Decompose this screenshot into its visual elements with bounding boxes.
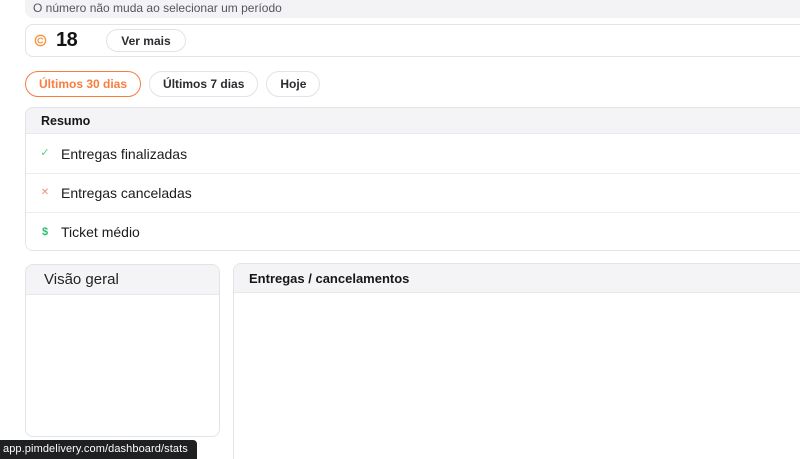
table-row: ✕ Entregas canceladas — [26, 173, 800, 212]
deliveries-panel: Entregas / cancelamentos — [233, 263, 800, 459]
overview-panel: Visão geral — [25, 264, 220, 437]
summary-row-label: Entregas finalizadas — [61, 145, 188, 162]
overview-panel-body — [26, 295, 219, 436]
summary-row-label: Ticket médio — [61, 224, 140, 240]
browser-status-url: app.pimdelivery.com/dashboard/stats — [0, 440, 197, 459]
filter-today[interactable]: Hoje — [266, 71, 321, 97]
summary-header: Resumo — [26, 108, 800, 134]
summary-card: Resumo ✓ Entregas finalizadas ✕ Entregas… — [25, 107, 800, 251]
check-icon: ✓ — [40, 147, 50, 159]
summary-row-label: Entregas canceladas — [61, 185, 192, 201]
period-note-strip: O número não muda ao selecionar um perío… — [25, 0, 800, 18]
deliveries-panel-body — [234, 293, 800, 459]
overview-panel-header: Visão geral — [26, 265, 219, 295]
counter-value: 18 — [56, 29, 78, 51]
coin-icon — [34, 34, 47, 47]
cross-icon: ✕ — [40, 187, 50, 198]
deliveries-panel-header: Entregas / cancelamentos — [234, 264, 800, 293]
table-row: ✓ Entregas finalizadas — [26, 134, 800, 173]
summary-title: Resumo — [41, 113, 91, 128]
ver-mais-button[interactable]: Ver mais — [106, 29, 186, 52]
filter-last-30-days[interactable]: Últimos 30 dias — [25, 71, 142, 97]
table-row: $ Ticket médio — [26, 212, 800, 250]
counter-card: 18 Ver mais — [25, 24, 800, 57]
period-filters: Últimos 30 dias Últimos 7 dias Hoje — [25, 71, 321, 97]
deliveries-panel-title: Entregas / cancelamentos — [249, 270, 410, 286]
period-note-text: O número não muda ao selecionar um perío… — [33, 1, 282, 15]
dollar-icon: $ — [41, 225, 49, 238]
filter-last-7-days[interactable]: Últimos 7 dias — [149, 71, 259, 97]
dashboard-stats-page: O número não muda ao selecionar um perío… — [0, 0, 800, 459]
status-url-text: app.pimdelivery.com/dashboard/stats — [3, 443, 188, 455]
overview-panel-title: Visão geral — [44, 271, 119, 288]
